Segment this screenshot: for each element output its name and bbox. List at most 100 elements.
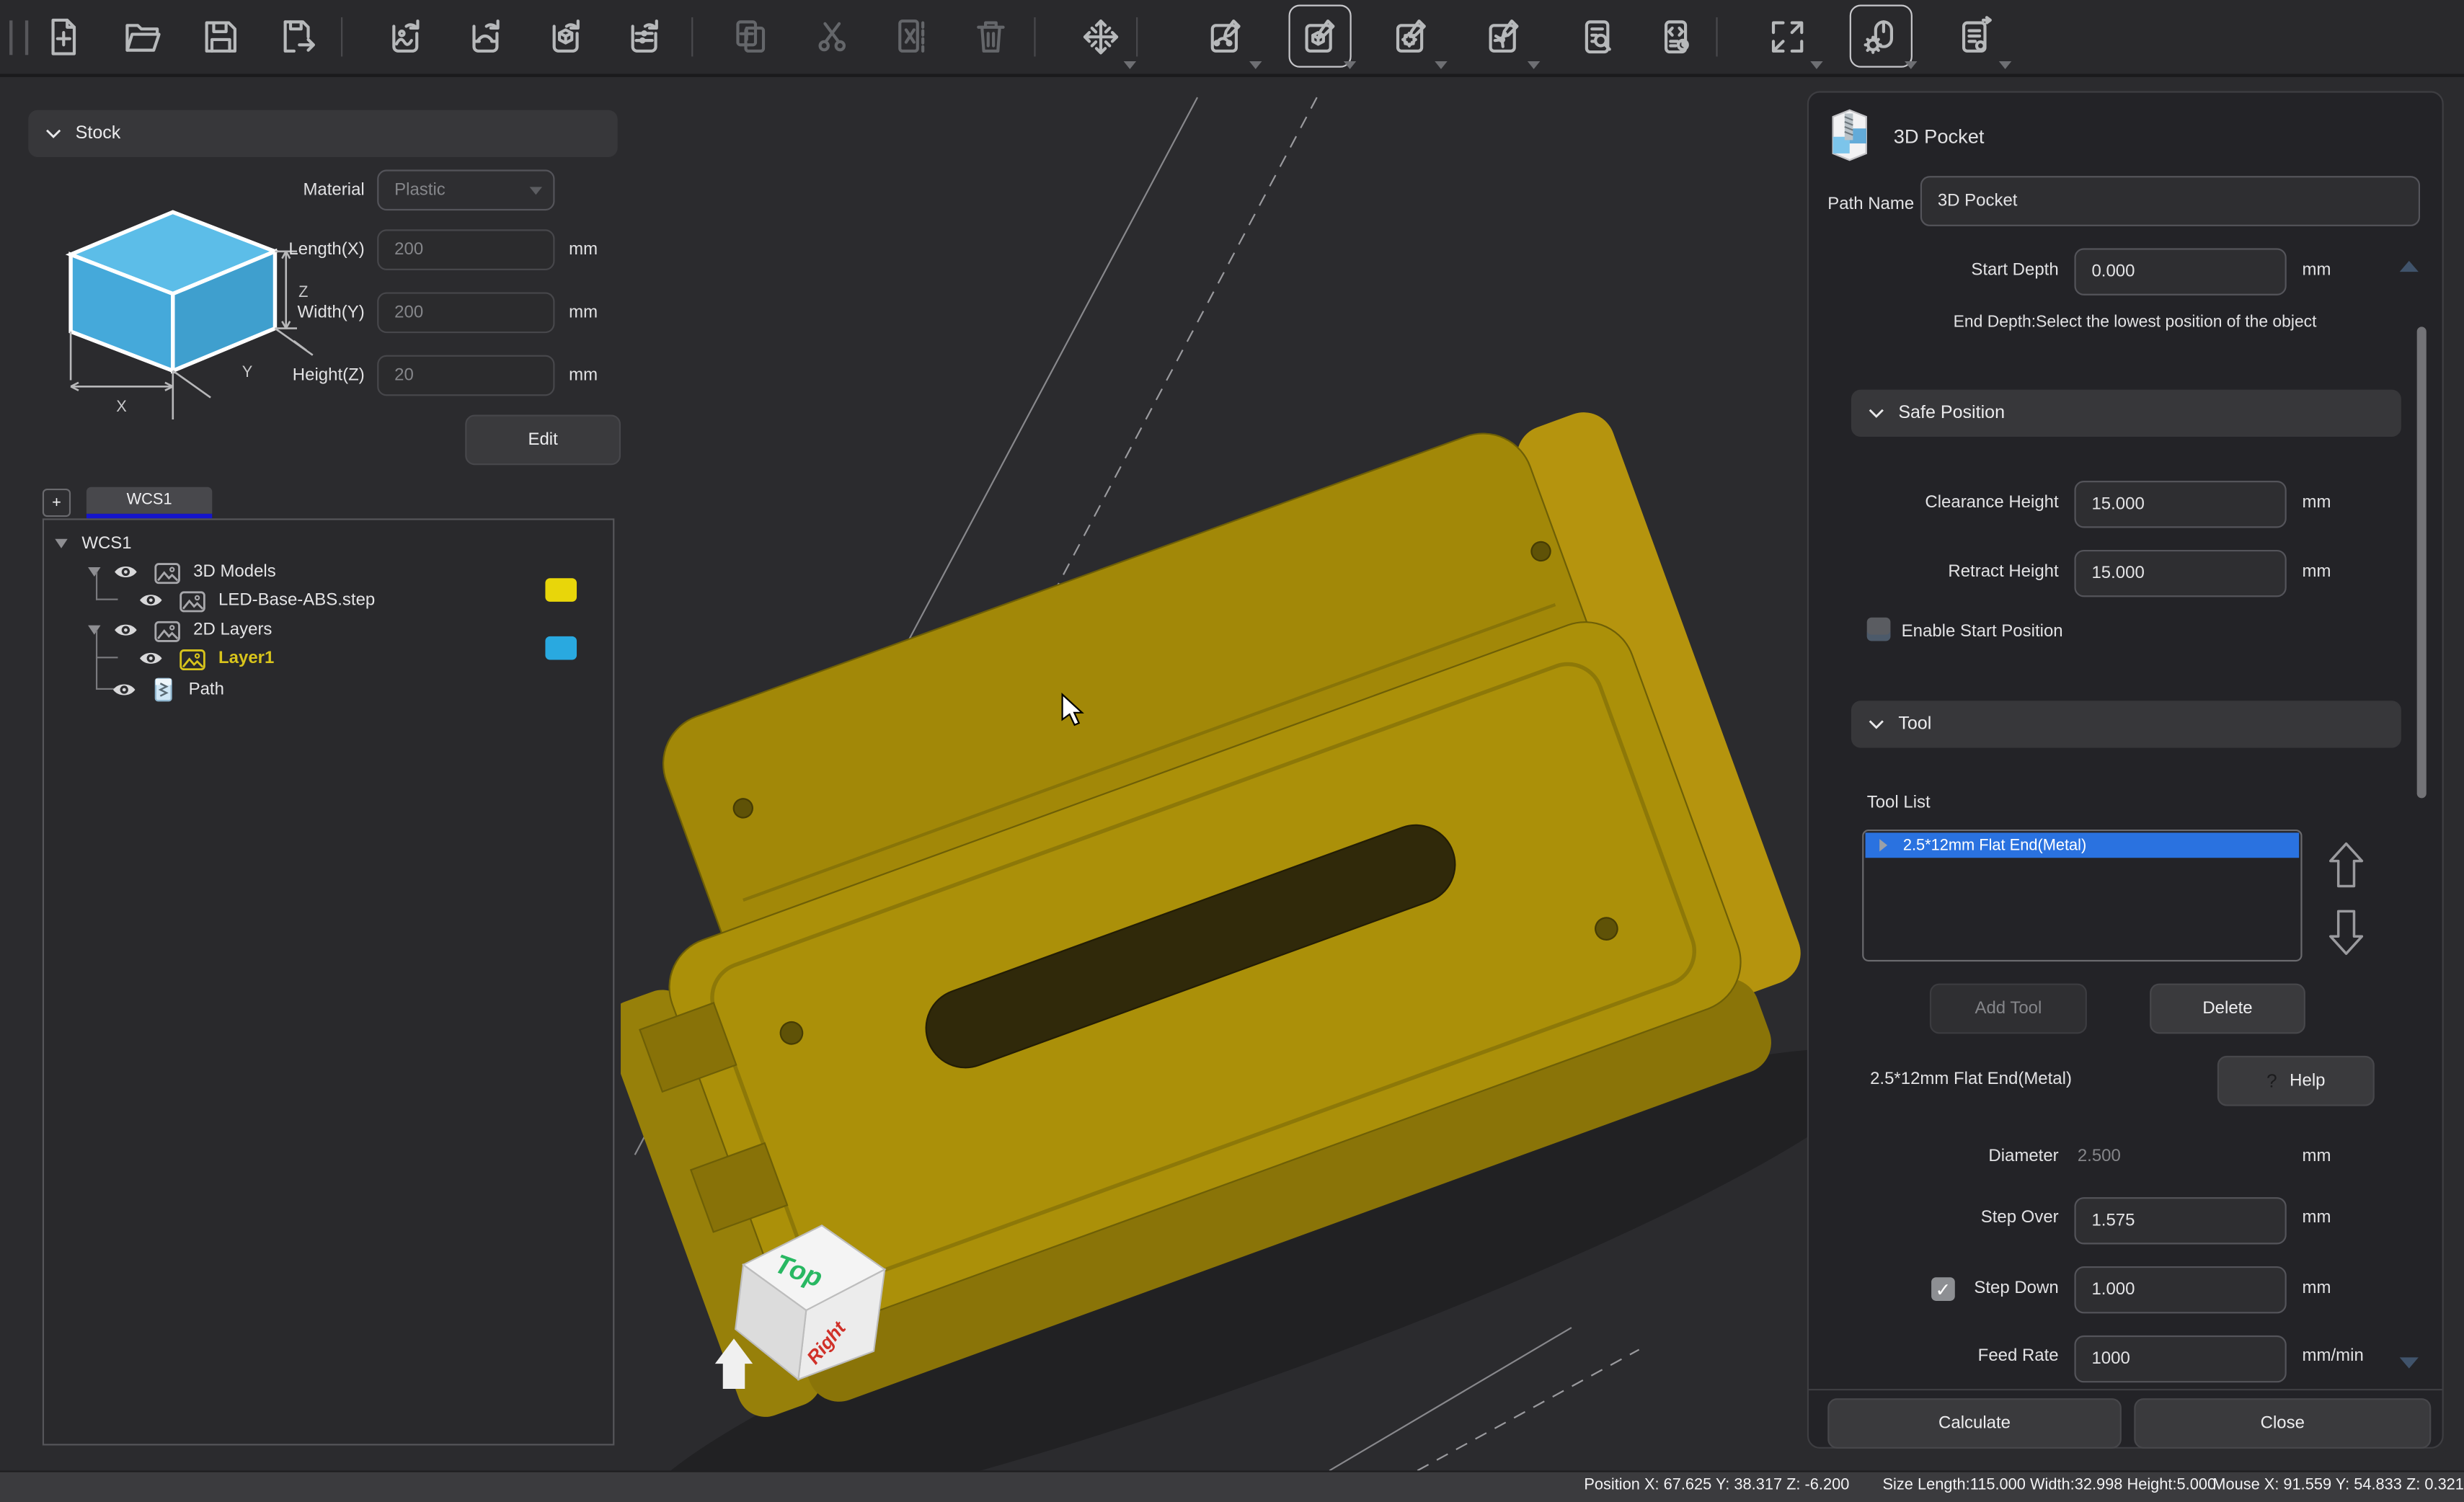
viewport-3d[interactable]: Top Right (621, 74, 1807, 1470)
close-button[interactable]: Close (2134, 1398, 2431, 1449)
close-label: Close (2261, 1414, 2305, 1433)
model-group-icon (154, 560, 181, 584)
open-file-icon[interactable] (112, 6, 172, 66)
clearance-height-unit: mm (2303, 493, 2331, 512)
layer-color-swatch[interactable] (545, 636, 577, 660)
tool-list-item-label: 2.5*12mm Flat End(Metal) (1903, 837, 2086, 854)
tree-connector (96, 630, 118, 658)
width-y-field[interactable] (377, 292, 554, 333)
length-x-field[interactable] (377, 229, 554, 270)
calculate-label: Calculate (1938, 1414, 2011, 1433)
edit-model-dropdown-icon[interactable] (1344, 61, 1356, 69)
visibility-eye-icon[interactable] (112, 680, 137, 699)
tree-item-path[interactable]: Path (112, 675, 224, 703)
clearance-height-label: Clearance Height (1831, 493, 2059, 512)
start-depth-field[interactable] (2074, 248, 2286, 295)
transform-dropdown-icon[interactable] (1124, 61, 1136, 69)
tree-item-label: 2D Layers (193, 621, 272, 639)
edit-vector-dropdown-icon[interactable] (1249, 61, 1262, 69)
visibility-eye-icon[interactable] (138, 649, 164, 667)
mouse-settings-icon[interactable] (1851, 6, 1911, 66)
edit-rotary-icon[interactable] (1381, 6, 1441, 66)
path-name-field[interactable] (1920, 176, 2420, 226)
fit-view-dropdown-icon[interactable] (1810, 61, 1822, 69)
tab-wcs1-label: WCS1 (127, 492, 172, 509)
step-over-field[interactable] (2074, 1197, 2286, 1244)
tool-list[interactable]: 2.5*12mm Flat End(Metal) (1862, 830, 2302, 961)
add-workspace-button[interactable]: + (43, 489, 71, 517)
length-x-label: Length(X) (157, 241, 365, 259)
tree-item-label: Path (189, 680, 224, 699)
scroll-up-icon[interactable] (2400, 261, 2419, 272)
step-down-field[interactable] (2074, 1266, 2286, 1313)
add-tool-button[interactable]: Add Tool (1930, 984, 2087, 1034)
scroll-down-icon[interactable] (2400, 1357, 2419, 1368)
stock-section-title: Stock (76, 124, 121, 143)
tree-item-led-base[interactable]: LED-Base-ABS.step (138, 586, 375, 614)
edit-laser-icon[interactable] (1474, 6, 1534, 66)
tree-item-label: 3D Models (193, 562, 276, 581)
delete-icon[interactable] (960, 6, 1020, 66)
material-select[interactable]: Plastic (377, 169, 554, 210)
move-tool-up-button[interactable] (2326, 839, 2367, 892)
model-color-swatch[interactable] (545, 578, 577, 602)
path-name-label: Path Name (1827, 195, 1914, 213)
edit-model-icon[interactable] (1290, 6, 1350, 66)
toolbar-separator (341, 17, 342, 56)
export-settings-icon[interactable] (1946, 6, 2006, 66)
import-toolpath-icon[interactable] (614, 6, 674, 66)
toolbar-grip[interactable] (9, 20, 28, 55)
width-y-unit: mm (569, 303, 598, 322)
delete-tool-button[interactable]: Delete (2150, 984, 2305, 1034)
tree-item-layer1[interactable]: Layer1 (138, 644, 275, 672)
save-as-file-icon[interactable] (269, 6, 329, 66)
duplicate-icon[interactable] (722, 6, 781, 66)
tab-wcs1[interactable]: WCS1 (87, 487, 212, 514)
edit-vector-icon[interactable] (1196, 6, 1256, 66)
safe-position-section-header[interactable]: Safe Position (1851, 390, 2401, 437)
workspace-tree: WCS1 3D Models LED-Base-ABS.step 2D Laye… (43, 518, 614, 1445)
preview-find-icon[interactable] (1569, 6, 1628, 66)
move-tool-down-button[interactable] (2326, 905, 2367, 959)
feed-rate-field[interactable] (2074, 1336, 2286, 1382)
clearance-height-field[interactable] (2074, 481, 2286, 528)
paste-icon[interactable] (882, 6, 941, 66)
edit-rotary-dropdown-icon[interactable] (1435, 61, 1447, 69)
import-image-icon[interactable] (376, 6, 435, 66)
edit-laser-dropdown-icon[interactable] (1528, 61, 1540, 69)
toolbar-separator (1716, 17, 1717, 56)
collapse-icon[interactable] (55, 539, 67, 548)
gcode-history-icon[interactable] (1647, 6, 1707, 66)
fit-view-icon[interactable] (1757, 6, 1817, 66)
step-down-unit: mm (2303, 1279, 2331, 1297)
layer-file-icon (180, 646, 206, 670)
help-button[interactable]: ? Help (2217, 1056, 2375, 1106)
expand-icon[interactable] (1879, 839, 1887, 851)
save-file-icon[interactable] (190, 6, 250, 66)
import-vector-icon[interactable] (456, 6, 515, 66)
tree-item-wcs1[interactable]: WCS1 (55, 530, 131, 558)
import-model-icon[interactable] (536, 6, 595, 66)
enable-start-position-checkbox[interactable] (1867, 618, 1891, 641)
add-workspace-label: + (52, 494, 61, 512)
cut-icon[interactable] (802, 6, 861, 66)
start-depth-unit: mm (2303, 261, 2331, 280)
visibility-eye-icon[interactable] (138, 591, 164, 610)
calculate-button[interactable]: Calculate (1827, 1398, 2122, 1449)
stock-section-header[interactable]: Stock (28, 110, 617, 157)
enable-start-position-label: Enable Start Position (1902, 622, 2063, 641)
tool-list-item-selected[interactable]: 2.5*12mm Flat End(Metal) (1866, 832, 2300, 858)
stock-edit-button[interactable]: Edit (465, 414, 621, 465)
transform-move-icon[interactable] (1071, 6, 1130, 66)
panel-footer-divider (1809, 1389, 2442, 1390)
height-z-field[interactable] (377, 355, 554, 396)
step-down-label: Step Down (1831, 1279, 2059, 1297)
stock-edit-label: Edit (528, 430, 557, 449)
retract-height-field[interactable] (2074, 550, 2286, 597)
tool-section-header[interactable]: Tool (1851, 701, 2401, 747)
export-settings-dropdown-icon[interactable] (1999, 61, 2011, 69)
toolbar-separator (1034, 17, 1035, 56)
mouse-settings-dropdown-icon[interactable] (1905, 61, 1917, 69)
panel-scrollbar[interactable] (2417, 326, 2427, 798)
new-file-icon[interactable] (33, 6, 93, 66)
